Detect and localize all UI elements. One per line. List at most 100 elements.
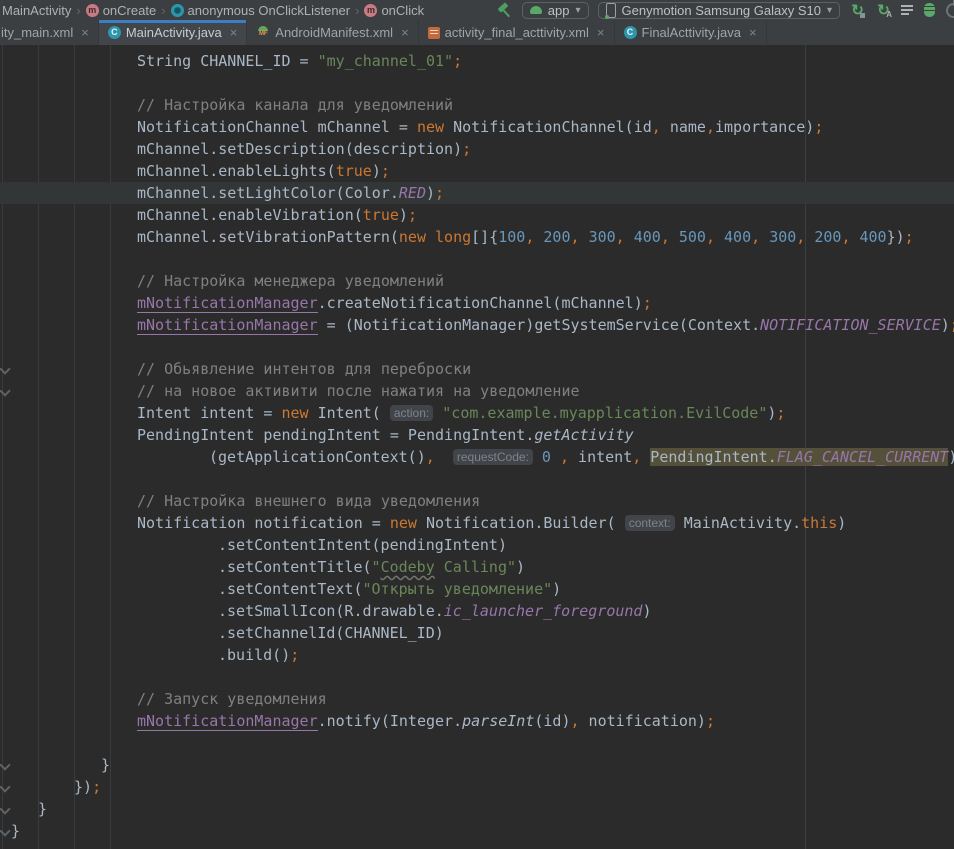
code-token: 400 (634, 228, 661, 246)
tab-AndroidManifest.xml[interactable]: MF AndroidManifest.xml × (247, 20, 418, 45)
tab-label: MainActivity.java (126, 25, 222, 40)
breadcrumb-item-mainactivity[interactable]: MainActivity (2, 3, 71, 18)
code-token: , (706, 118, 715, 136)
code-token: new (399, 228, 426, 246)
run-toolbar: app ▾ Genymotion Samsung Galaxy S10 ▾ ↻ … (496, 2, 954, 19)
code-token: mChannel.setVibrationPattern( (137, 228, 399, 246)
code-token: } (38, 800, 47, 818)
android-icon (530, 6, 542, 14)
code-token: "Открыть уведомление" (363, 580, 553, 598)
code-line: } (0, 754, 954, 776)
code-token (805, 228, 814, 246)
code-token: "my_channel_01" (318, 52, 453, 70)
chevron-down-icon: ▾ (576, 5, 581, 16)
profiler-icon[interactable] (901, 2, 915, 19)
code-token: mChannel.enableVibration( (137, 206, 363, 224)
manifest-icon: MF (256, 25, 270, 40)
code-token: parseInt (462, 712, 534, 730)
code-token: // Настройка менеджера уведомлений (137, 272, 444, 290)
code-line: // Настройка менеджера уведомлений (0, 270, 954, 292)
method-icon: m (364, 4, 377, 17)
code-token: ) (399, 206, 408, 224)
breadcrumb-item-anonymous-onclicklistener[interactable]: anonymous OnClickListener (171, 3, 351, 18)
run-config-select[interactable]: app ▾ (522, 2, 589, 19)
code-token: , (632, 448, 641, 466)
code-token: 300 (589, 228, 616, 246)
code-line: NotificationChannel mChannel = new Notif… (0, 116, 954, 138)
code-line: }); (0, 776, 954, 798)
code-token: }) (74, 778, 92, 796)
code-token: .setContentTitle( (218, 558, 372, 576)
tab-label: activity_final_acttivity.xml (445, 25, 589, 40)
apply-code-changes-icon[interactable]: ↻A (875, 2, 892, 19)
code-token: mChannel.enableLights( (137, 162, 336, 180)
code-token: .notify(Integer. (318, 712, 463, 730)
code-line (0, 666, 954, 688)
parameter-hint: requestCode: (453, 449, 533, 465)
square-overlay (860, 13, 865, 18)
code-token: (getApplicationContext() (209, 448, 426, 466)
code-token: .setChannelId(CHANNEL_ID) (218, 624, 444, 642)
code-token: this (801, 514, 837, 532)
code-line (0, 248, 954, 270)
close-tab-icon[interactable]: × (749, 25, 757, 40)
code-line: } (0, 820, 954, 842)
tab-label: AndroidManifest.xml (275, 25, 393, 40)
code-line: Intent intent = new Intent( action: "com… (0, 402, 954, 424)
code-token (433, 404, 442, 422)
breadcrumb-item-oncreate[interactable]: monCreate (86, 3, 156, 18)
close-tab-icon[interactable]: × (597, 25, 605, 40)
code-token: Calling" (435, 558, 516, 576)
breadcrumb-label: onClick (381, 3, 424, 18)
code-line: mChannel.setVibrationPattern(new long[]{… (0, 226, 954, 248)
code-line: .setContentText("Открыть уведомление") (0, 578, 954, 600)
code-token: new (282, 404, 309, 422)
code-token: // Настройка канала для уведомлений (137, 96, 453, 114)
tab-ity_main.xml[interactable]: ity_main.xml× (0, 20, 99, 45)
breadcrumb-item-onclick[interactable]: m onClick (364, 3, 424, 18)
java-class-icon: C (108, 26, 121, 39)
code-token: getActivity (534, 426, 633, 444)
close-tab-icon[interactable]: × (81, 25, 89, 40)
code-token: , (652, 118, 661, 136)
code-token: true (363, 206, 399, 224)
code-token (435, 448, 453, 466)
code-line: .setChannelId(CHANNEL_ID) (0, 622, 954, 644)
code-token (426, 228, 435, 246)
code-token: ; (408, 206, 417, 224)
code-token: "com.example.myapplication.EvilCode" (442, 404, 767, 422)
code-token (670, 228, 679, 246)
close-tab-icon[interactable]: × (401, 25, 409, 40)
code-token: } (101, 756, 110, 774)
code-token: new (390, 514, 417, 532)
build-hammer-icon[interactable] (496, 2, 513, 19)
code-token: mNotificationManager (137, 712, 318, 731)
code-line: mChannel.setLightColor(Color.RED); (0, 182, 954, 204)
code-token: Intent intent = (137, 404, 282, 422)
code-token: = (NotificationManager)getSystemService(… (318, 316, 761, 334)
phone-icon (606, 3, 616, 18)
apply-changes-icon[interactable]: ↻ (849, 2, 866, 19)
stop-icon[interactable] (946, 3, 954, 18)
code-token: ; (776, 404, 785, 422)
tab-activity_final_acttivity.xml[interactable]: activity_final_acttivity.xml × (419, 20, 615, 45)
code-token: 400 (724, 228, 751, 246)
close-tab-icon[interactable]: × (230, 25, 238, 40)
code-token (850, 228, 859, 246)
tab-FinalActtivity.java[interactable]: CFinalActtivity.java× (615, 20, 767, 45)
debug-icon[interactable] (924, 3, 935, 17)
code-editor[interactable]: String CHANNEL_ID = "my_channel_01";// Н… (0, 45, 954, 849)
code-token: , (751, 228, 760, 246)
code-token: 300 (769, 228, 796, 246)
device-select[interactable]: Genymotion Samsung Galaxy S10 ▾ (598, 2, 840, 19)
code-token: ; (814, 118, 823, 136)
code-token: MainActivity. (675, 514, 801, 532)
code-token: mNotificationManager (137, 316, 318, 335)
code-line: // Запуск уведомления (0, 688, 954, 710)
code-line: Notification notification = new Notifica… (0, 512, 954, 534)
method-icon: m (86, 4, 99, 17)
code-token: ; (453, 52, 462, 70)
tab-MainActivity.java[interactable]: C MainActivity.java × (99, 20, 247, 45)
code-line: mNotificationManager = (NotificationMana… (0, 314, 954, 336)
code-token: ) (516, 558, 525, 576)
